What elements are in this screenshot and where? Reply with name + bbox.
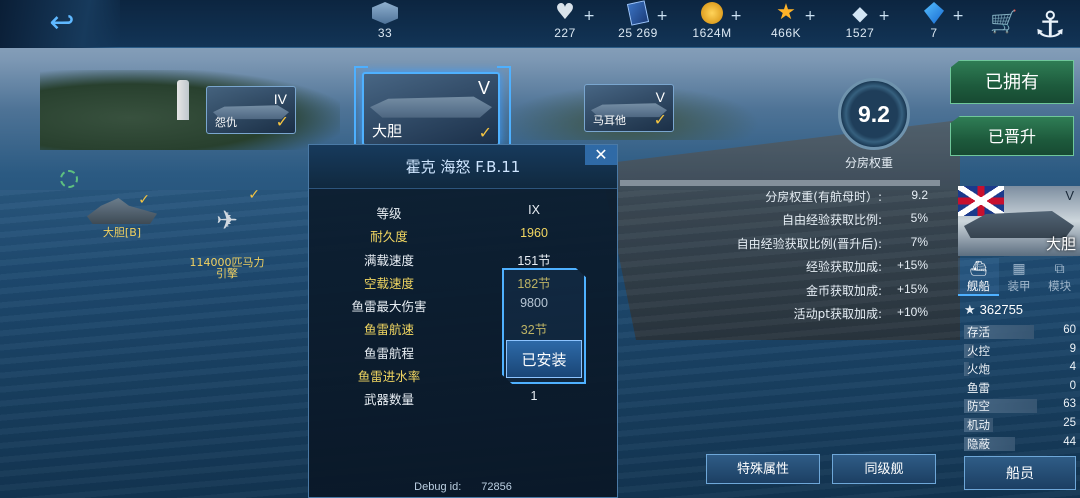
crew-button[interactable]: 船员 (964, 456, 1076, 490)
top-bar: ↩ 33 ♥ + 227 + 25 269 + 1624M ★ + 466K ◆… (0, 0, 1080, 48)
add-coin-icon[interactable]: + (730, 8, 742, 24)
coin-resource[interactable]: + 1624M (672, 2, 752, 46)
attribute-name: 存活 (967, 325, 990, 339)
upgraded-button[interactable]: 已晋升 (950, 116, 1074, 156)
attribute-row: 隐蔽 44 (964, 435, 1080, 454)
ship-card-3[interactable]: V 马耳他 ✓ (584, 84, 674, 132)
attribute-value: 25 (1063, 416, 1076, 429)
stat-row: 武器数量 1 (363, 389, 538, 408)
card-resource[interactable]: + 25 269 (598, 0, 678, 46)
stat-line: 自由经验获取比例(晋升后): 7% (736, 234, 928, 251)
lighthouse (177, 80, 189, 120)
attribute-row: 火控 9 (964, 342, 1080, 361)
bonus-stats: 分房权重(有航母时）: 9.2 自由经验获取比例: 5% 自由经验获取比例(晋升后)… (700, 188, 932, 328)
attribute-row: 火炮 4 (964, 360, 1080, 379)
module-tab-icon: ⧉ (1054, 261, 1065, 277)
attribute-value: 9 (1069, 342, 1076, 355)
mini-ship-engine[interactable]: ✈ ✓ 114000匹马力 引擎 (184, 188, 270, 279)
score-label: 分房权重 (845, 156, 894, 170)
gem-icon (924, 2, 944, 24)
attribute-name: 火控 (967, 343, 990, 358)
owned-check-icon: ✓ (275, 112, 289, 131)
combat-power: ★ 362755 (964, 302, 1024, 317)
popup-title: 霍克 海怒 F.B.11 (309, 145, 617, 189)
owned-button[interactable]: 已拥有 (950, 60, 1074, 104)
attribute-value: 4 (1069, 361, 1076, 374)
diamond-icon: ◆ (852, 1, 868, 25)
stat-line: 经验获取加成: +15% (805, 258, 928, 275)
add-gem-icon[interactable]: + (952, 8, 964, 24)
ship-tabs: ⛴ 舰船 ▦ 装甲 ⧉ 模块 (958, 258, 1080, 296)
heart-resource[interactable]: ♥ + 227 (525, 2, 605, 46)
special-attributes-button[interactable]: 特殊属性 (706, 454, 820, 484)
target-icon (60, 170, 78, 188)
attribute-row: 机动 25 (964, 416, 1080, 435)
stat-line: 分房权重(有航母时）: 9.2 (765, 188, 928, 204)
same-level-ships-button[interactable]: 同级舰 (832, 454, 936, 484)
attribute-value: 60 (1063, 324, 1076, 336)
stat-line: 自由经验获取比例: 5% (781, 211, 928, 228)
uk-flag-icon (958, 186, 1004, 216)
installed-button[interactable]: 已安装 (506, 340, 582, 378)
ship-card-1[interactable]: IV 怨仇 ✓ (206, 86, 296, 134)
ship-card-selected[interactable]: V 大胆 ✓ (362, 72, 500, 146)
stat-row: 等级 IX (376, 203, 540, 221)
card-icon (626, 0, 650, 26)
tab-armor[interactable]: ▦ 装甲 (999, 258, 1040, 296)
add-star-icon[interactable]: + (804, 8, 816, 24)
owned-check-icon: ✓ (478, 123, 492, 142)
attribute-name: 隐蔽 (967, 436, 990, 451)
attribute-row: 防空 63 (964, 397, 1080, 416)
attribute-value: 63 (1063, 398, 1076, 411)
diamond-resource[interactable]: ◆ + 1527 (820, 2, 900, 46)
heart-icon: ♥ (555, 0, 575, 25)
add-heart-icon[interactable]: + (583, 8, 595, 24)
armor-tab-icon: ▦ (1012, 261, 1026, 277)
back-button[interactable]: ↩ (44, 6, 80, 40)
gem-resource[interactable]: + 7 (894, 2, 974, 46)
ship-thumbnail[interactable]: V 大胆 (958, 186, 1080, 256)
attribute-value: 44 (1063, 435, 1076, 448)
tab-module[interactable]: ⧉ 模块 (1039, 258, 1080, 296)
engine-icon: ✈ (216, 206, 238, 236)
stat-row: 耐久度 1960 (370, 226, 548, 245)
close-button[interactable]: ✕ (585, 145, 617, 165)
owned-check-icon: ✓ (248, 187, 260, 203)
score-ring: 9.2 (838, 78, 910, 150)
coin-icon (701, 2, 723, 24)
owned-check-icon: ✓ (653, 110, 667, 129)
tab-ship[interactable]: ⛴ 舰船 (958, 258, 999, 296)
rank-icon (372, 2, 398, 24)
anchor-icon[interactable]: ⚓ (1030, 0, 1070, 56)
rank-resource[interactable]: 33 (345, 2, 425, 46)
shop-cart-icon[interactable]: 🛒 (990, 10, 1017, 35)
star-icon: ★ (776, 0, 796, 25)
add-diamond-icon[interactable]: + (878, 8, 890, 24)
ship-tab-icon: ⛴ (969, 261, 988, 277)
star-resource[interactable]: ★ + 466K (746, 2, 826, 46)
attribute-name: 鱼雷 (967, 380, 990, 395)
debug-id: Debug id: 72856 (414, 481, 512, 493)
attribute-row: 鱼雷 0 (964, 379, 1080, 398)
attribute-row: 存活 60 (964, 323, 1080, 342)
attribute-name: 机动 (967, 417, 990, 432)
owned-check-icon: ✓ (138, 192, 150, 208)
power-star-icon: ★ (964, 302, 976, 317)
attribute-name: 火炮 (967, 362, 990, 377)
add-card-icon[interactable]: + (656, 8, 668, 24)
mini-ship-left[interactable]: ✓ 大胆[B] (84, 192, 160, 240)
stat-line: 活动pt获取加成: +10% (793, 304, 928, 321)
attribute-value: 0 (1069, 379, 1076, 392)
attribute-list: 存活 60 火控 9 火炮 4 鱼雷 0 防空 63 机动 25 隐蔽 44 (964, 323, 1080, 453)
stat-line: 金币获取加成: +15% (805, 281, 928, 298)
attribute-name: 防空 (967, 399, 990, 414)
